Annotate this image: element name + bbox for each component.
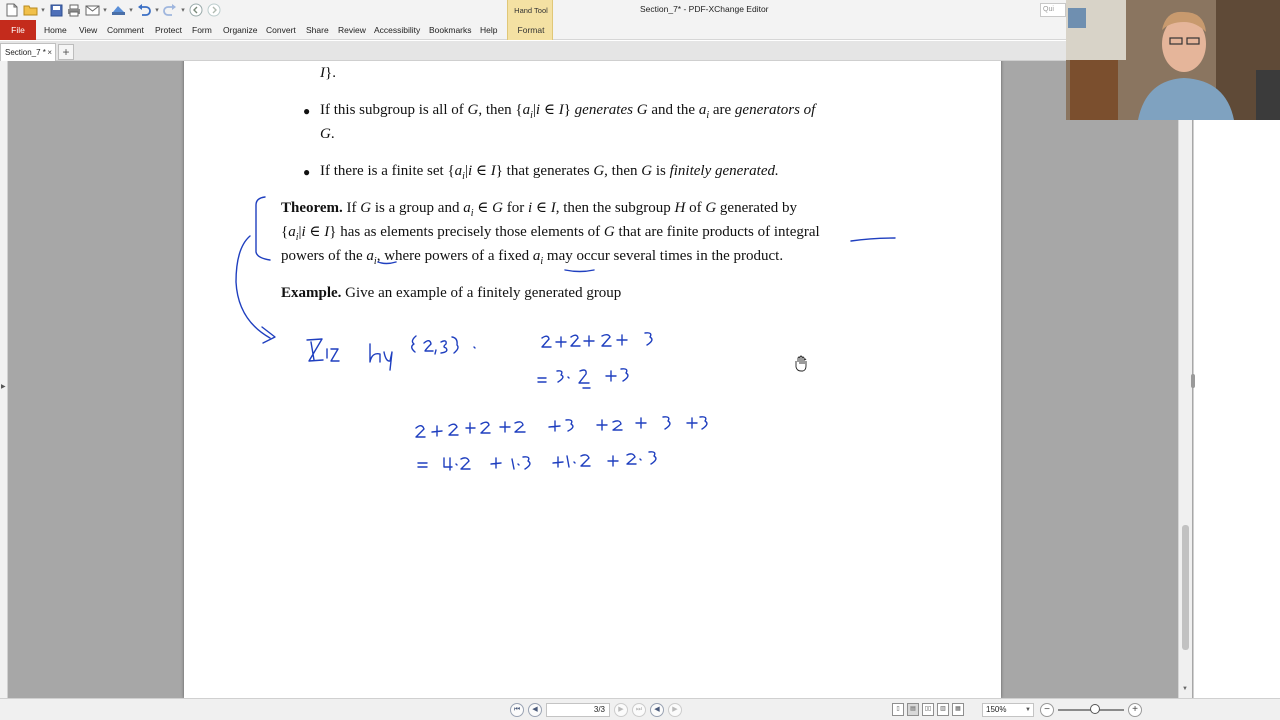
document-canvas[interactable] xyxy=(8,61,1198,698)
theorem-line-3: powers of the ai, where powers of a fixe… xyxy=(281,248,784,267)
chevron-down-icon[interactable]: ▼ xyxy=(1025,704,1031,716)
new-tab-button[interactable]: + xyxy=(58,44,74,60)
forward-icon[interactable] xyxy=(206,2,222,18)
previous-page-icon[interactable]: ◀ xyxy=(528,703,542,717)
continuous-page-icon[interactable]: ▤ xyxy=(907,703,919,716)
bullet-1-line-1: If this subgroup is all of G, then {ai|i… xyxy=(320,102,816,121)
page-navigation: ⏮ ◀ 3/3 ▶ ⏭ ◀ ▶ xyxy=(510,703,682,717)
webcam-video-image xyxy=(1066,0,1280,120)
page-number-input[interactable]: 3/3 xyxy=(546,703,610,717)
back-icon[interactable] xyxy=(188,2,204,18)
tab-help[interactable]: Help xyxy=(480,20,497,40)
pdf-page xyxy=(184,61,1001,698)
bullet-1-line-2: G. xyxy=(320,126,335,142)
vertical-scrollbar[interactable]: ▼ xyxy=(1178,120,1192,698)
undo-icon[interactable] xyxy=(136,2,152,18)
close-icon[interactable]: × xyxy=(47,44,52,61)
single-page-icon[interactable]: ▯ xyxy=(892,703,904,716)
tab-bookmarks[interactable]: Bookmarks xyxy=(429,20,472,40)
tab-form[interactable]: Form xyxy=(192,20,212,40)
left-pane-collapsed[interactable]: ▶ xyxy=(0,61,8,698)
split-view-icon[interactable]: ▦ xyxy=(952,703,964,716)
tab-protect[interactable]: Protect xyxy=(155,20,182,40)
first-page-icon[interactable]: ⏮ xyxy=(510,703,524,717)
tab-convert[interactable]: Convert xyxy=(266,20,296,40)
facing-pages-icon[interactable]: ▯▯ xyxy=(922,703,934,716)
tab-format[interactable]: Format xyxy=(508,25,554,35)
theorem-line-1: Theorem. If G is a group and ai ∈ G for … xyxy=(281,200,797,219)
new-icon[interactable] xyxy=(4,2,20,18)
expand-arrow-icon[interactable]: ▶ xyxy=(1,383,6,390)
scroll-down-icon[interactable]: ▼ xyxy=(1182,686,1188,692)
quick-search-input[interactable]: Qui xyxy=(1040,3,1066,17)
scan-icon[interactable] xyxy=(110,2,126,18)
bullet-1: ● xyxy=(303,104,311,118)
status-bar: ⏮ ◀ 3/3 ▶ ⏭ ◀ ▶ ▯ ▤ ▯▯ ▥ ▦ 150% ▼ − + xyxy=(0,698,1280,720)
tab-share[interactable]: Share xyxy=(306,20,329,40)
dropdown-icon[interactable]: ▾ xyxy=(154,6,160,14)
app-window: ▾ ▾ ▾ ▾ ▾ Section_7* - PDF-XChange Edito… xyxy=(0,0,1280,720)
quick-access-toolbar: ▾ ▾ ▾ ▾ ▾ xyxy=(4,2,222,18)
email-icon[interactable] xyxy=(84,2,100,18)
webcam-overlay xyxy=(1066,0,1280,120)
window-title: Section_7* - PDF-XChange Editor xyxy=(640,4,769,14)
zoom-in-button[interactable]: + xyxy=(1128,703,1142,717)
zoom-slider-knob[interactable] xyxy=(1090,704,1100,714)
tab-home[interactable]: Home xyxy=(44,20,67,40)
save-icon[interactable] xyxy=(48,2,64,18)
example-line: Example. Give an example of a finitely g… xyxy=(281,285,622,301)
pane-resize-grip[interactable] xyxy=(1191,374,1195,388)
print-icon[interactable] xyxy=(66,2,82,18)
next-page-icon[interactable]: ▶ xyxy=(614,703,628,717)
page-layout-buttons: ▯ ▤ ▯▯ ▥ ▦ xyxy=(892,703,964,716)
theorem-line-2: {ai|i ∈ I} has as elements precisely tho… xyxy=(281,224,820,243)
scrollbar-thumb[interactable] xyxy=(1182,525,1189,650)
zoom-select[interactable]: 150% ▼ xyxy=(982,703,1034,717)
tab-comment[interactable]: Comment xyxy=(107,20,144,40)
tab-accessibility[interactable]: Accessibility xyxy=(374,20,420,40)
redo-icon[interactable] xyxy=(162,2,178,18)
previous-view-icon[interactable]: ◀ xyxy=(650,703,664,717)
open-icon[interactable] xyxy=(22,2,38,18)
tab-organize[interactable]: Organize xyxy=(223,20,258,40)
last-page-icon[interactable]: ⏭ xyxy=(632,703,646,717)
tab-file[interactable]: File xyxy=(0,20,36,40)
previous-line-tail: I}. xyxy=(320,65,336,81)
dropdown-icon[interactable]: ▾ xyxy=(102,6,108,14)
right-side-pane xyxy=(1191,120,1280,698)
tab-view[interactable]: View xyxy=(79,20,97,40)
next-view-icon[interactable]: ▶ xyxy=(668,703,682,717)
dropdown-icon[interactable]: ▾ xyxy=(180,6,186,14)
zoom-value: 150% xyxy=(986,705,1007,714)
continuous-facing-icon[interactable]: ▥ xyxy=(937,703,949,716)
document-tab-label: Section_7 * xyxy=(5,48,46,57)
tab-review[interactable]: Review xyxy=(338,20,366,40)
zoom-out-button[interactable]: − xyxy=(1040,703,1054,717)
bullet-2: ● xyxy=(303,165,311,179)
dropdown-icon[interactable]: ▾ xyxy=(40,6,46,14)
dropdown-icon[interactable]: ▾ xyxy=(128,6,134,14)
context-tab-group: Hand Tool Format xyxy=(507,0,553,40)
document-tab[interactable]: Section_7 * × xyxy=(0,43,56,61)
bullet-2-line: If there is a finite set {ai|i ∈ I} that… xyxy=(320,163,779,182)
context-tab-title: Hand Tool xyxy=(514,6,548,15)
